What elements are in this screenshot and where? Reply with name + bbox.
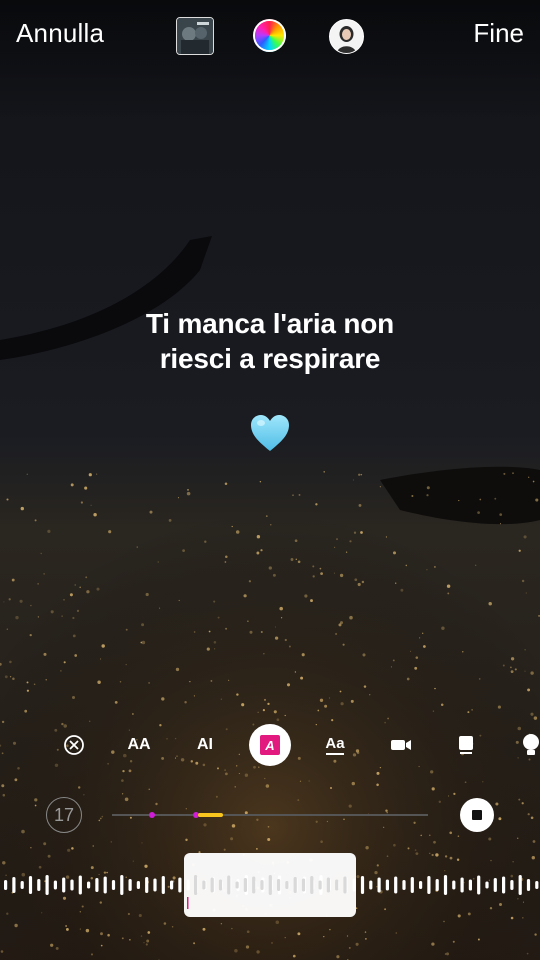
waveform-bar [103,876,107,894]
scrubber-waveform-bar [335,879,339,891]
style-underline-label: Aa [325,735,345,752]
style-highlight-label: A [259,734,281,756]
scrubber-waveform-bar [343,876,347,894]
timeline-marker [149,812,155,818]
style-cursor[interactable]: AI [182,722,228,768]
waveform-bar [410,877,414,893]
underline-bar [326,753,344,755]
stop-button[interactable] [460,798,494,832]
waveform-bar [12,877,16,893]
audio-selection-scrubber[interactable] [184,853,356,917]
bulb-icon[interactable] [508,722,540,768]
waveform-bar [45,875,49,895]
scrubber-waveform-bar [210,877,214,893]
scrubber-waveform-bar [235,881,239,889]
timeline-progress [198,813,223,817]
waveform-bar [53,880,57,890]
waveform-bar [468,879,472,891]
waveform-bar [394,876,398,894]
playhead [187,897,189,909]
style-highlight[interactable]: A [249,724,291,766]
lyrics-line-1: Ti manca l'aria non [145,308,395,339]
scrubber-waveform-bar [310,876,314,894]
waveform-bar [493,878,497,892]
waveform-bar [70,879,74,891]
remove-lyrics-icon[interactable] [51,722,97,768]
scrubber-waveform-bar [285,881,289,889]
waveform-bar [369,880,373,890]
scrubber-waveform-bar [326,877,330,893]
stop-icon [472,810,482,820]
waveform-bar [78,875,82,895]
waveform-bar [28,876,33,894]
scrubber-waveform-bar [301,878,306,892]
scrubber-waveform-bar [243,878,247,892]
light-blue-heart-icon[interactable] [249,412,291,454]
scrubber-waveform-bar [194,875,198,895]
waveform-bar [120,875,124,895]
waveform-bar [161,876,165,894]
scrubber-waveform-bar [252,876,256,894]
scrubber-waveform-bar [202,880,206,890]
waveform-bar [95,878,99,892]
scrubber-waveform-bar [293,877,297,893]
profile-avatar[interactable] [329,19,364,54]
waveform-bar [170,880,174,890]
scrubber-waveform-bar [227,875,231,895]
video-icon[interactable] [378,722,424,768]
waveform-bar [535,881,539,889]
top-bar: Annulla Fine [0,0,540,72]
timeline-track[interactable] [112,812,428,818]
style-underline[interactable]: Aa [312,722,358,768]
waveform-bar [518,875,522,895]
done-button[interactable]: Fine [473,18,524,49]
lyrics-text[interactable]: Ti manca l'aria non riesci a respirare [0,306,540,376]
waveform-bar [145,877,149,893]
waveform-bar [526,879,531,891]
scrubber-waveform-bar [260,880,264,890]
waveform-bar [4,880,8,890]
waveform-bar [510,880,514,890]
waveform-bar [443,875,448,895]
waveform-bar [20,881,24,889]
waveform-bar [485,881,489,889]
scrubber-waveform-bar [218,879,223,891]
scrubber-waveform-bar [318,880,322,890]
waveform-bar [87,881,91,889]
color-wheel-icon[interactable] [253,19,286,52]
waveform-bar [136,881,140,889]
lyrics-line-2: riesci a respirare [159,343,381,374]
waveform-bar [385,879,389,891]
waveform-bar [477,875,481,895]
waveform-bar [419,881,423,889]
scrubber-waveform-bar [277,879,281,891]
album-art-thumbnail[interactable] [176,17,214,55]
lyrics-style-bar: AA AI A Aa [0,722,540,770]
card-icon[interactable] [443,722,489,768]
duration-button[interactable]: 17 [46,797,82,833]
cancel-button[interactable]: Annulla [16,18,104,49]
timeline: 17 [0,795,540,835]
waveform-bar [427,876,431,894]
waveform-bar [377,877,381,893]
waveform-bar [37,879,41,891]
waveform-bar [178,877,182,893]
waveform-bar [402,880,406,890]
waveform-bar [460,877,464,893]
waveform-bar [153,878,157,892]
waveform-bar [360,876,365,894]
waveform-bar [452,880,456,890]
scrubber-waveform-bar [268,875,272,895]
style-typewriter[interactable]: AA [116,722,162,768]
waveform-bar [435,879,439,891]
waveform-bar [128,879,132,891]
waveform-bar [502,876,506,894]
waveform-bar [62,877,66,893]
waveform-bar [111,880,116,890]
